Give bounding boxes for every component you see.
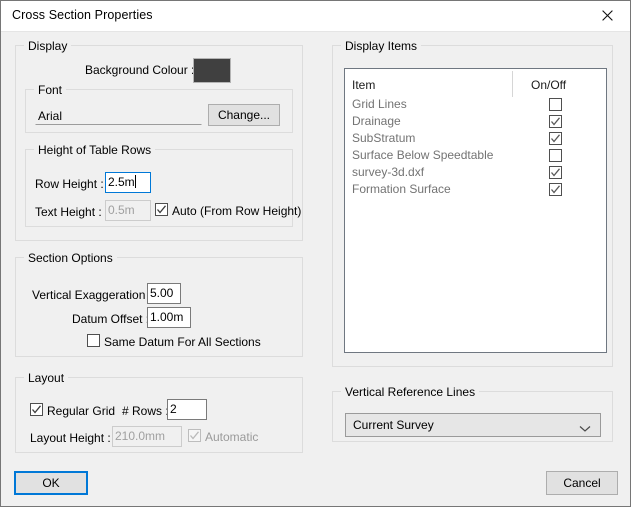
section-options-legend: Section Options: [24, 251, 117, 265]
vertical-exaggeration-label: Vertical Exaggeration :: [32, 288, 152, 302]
layout-height-input: 210.0mm: [112, 426, 182, 447]
cross-section-properties-dialog: Cross Section Properties Display Backgro…: [0, 0, 631, 507]
display-item-label: Surface Below Speedtable: [352, 148, 493, 162]
row-height-label: Row Height :: [35, 177, 104, 191]
display-item-toggle[interactable]: [549, 115, 562, 128]
background-colour-swatch[interactable]: [193, 58, 231, 83]
same-datum-checkbox[interactable]: [87, 334, 100, 347]
text-height-input: 0.5m: [105, 200, 151, 221]
ok-button[interactable]: OK: [14, 471, 88, 495]
column-header-onoff: On/Off: [531, 78, 566, 92]
font-group-legend: Font: [34, 83, 66, 97]
display-item-label: Formation Surface: [352, 182, 451, 196]
font-change-button[interactable]: Change...: [208, 104, 280, 126]
display-item-toggle[interactable]: [549, 98, 562, 111]
layout-height-label: Layout Height :: [30, 431, 111, 445]
chevron-down-icon: [579, 422, 591, 436]
cancel-button[interactable]: Cancel: [546, 471, 618, 495]
column-separator: [512, 71, 513, 97]
display-items-legend: Display Items: [341, 39, 421, 53]
display-item-label: Grid Lines: [352, 97, 407, 111]
layout-group-legend: Layout: [24, 371, 68, 385]
automatic-label: Automatic: [205, 430, 258, 444]
font-name-field[interactable]: Arial: [35, 105, 202, 125]
regular-grid-checkbox[interactable]: [30, 403, 43, 416]
window-title: Cross Section Properties: [12, 8, 153, 22]
display-item-toggle[interactable]: [549, 166, 562, 179]
display-item-toggle[interactable]: [549, 183, 562, 196]
display-item-toggle[interactable]: [549, 149, 562, 162]
close-icon[interactable]: [584, 1, 630, 30]
background-colour-label: Background Colour :: [85, 63, 194, 77]
text-height-label: Text Height :: [35, 205, 102, 219]
row-height-group-legend: Height of Table Rows: [34, 143, 155, 157]
auto-row-height-checkbox[interactable]: [155, 203, 168, 216]
auto-row-height-label: Auto (From Row Height): [172, 204, 301, 218]
column-header-item: Item: [352, 78, 375, 92]
datum-offset-label: Datum Offset :: [72, 312, 149, 326]
same-datum-label: Same Datum For All Sections: [104, 335, 261, 349]
vertical-reference-lines-select[interactable]: Current Survey: [345, 413, 601, 437]
rows-input[interactable]: 2: [167, 399, 207, 420]
automatic-checkbox: [188, 429, 201, 442]
rows-label: # Rows :: [122, 404, 169, 418]
vertical-reference-lines-value: Current Survey: [353, 418, 434, 432]
row-height-input[interactable]: 2.5m: [105, 172, 151, 193]
display-item-label: survey-3d.dxf: [352, 165, 424, 179]
display-group-legend: Display: [24, 39, 71, 53]
datum-offset-input[interactable]: 1.00m: [147, 307, 191, 328]
vertical-exaggeration-input[interactable]: 5.00: [147, 283, 181, 304]
vertical-reference-lines-legend: Vertical Reference Lines: [341, 385, 479, 399]
text-caret: [135, 175, 136, 188]
display-item-toggle[interactable]: [549, 132, 562, 145]
display-item-label: Drainage: [352, 114, 401, 128]
regular-grid-label: Regular Grid: [47, 404, 115, 418]
title-bar: Cross Section Properties: [1, 1, 630, 32]
row-height-value: 2.5m: [108, 175, 135, 189]
display-item-label: SubStratum: [352, 131, 415, 145]
